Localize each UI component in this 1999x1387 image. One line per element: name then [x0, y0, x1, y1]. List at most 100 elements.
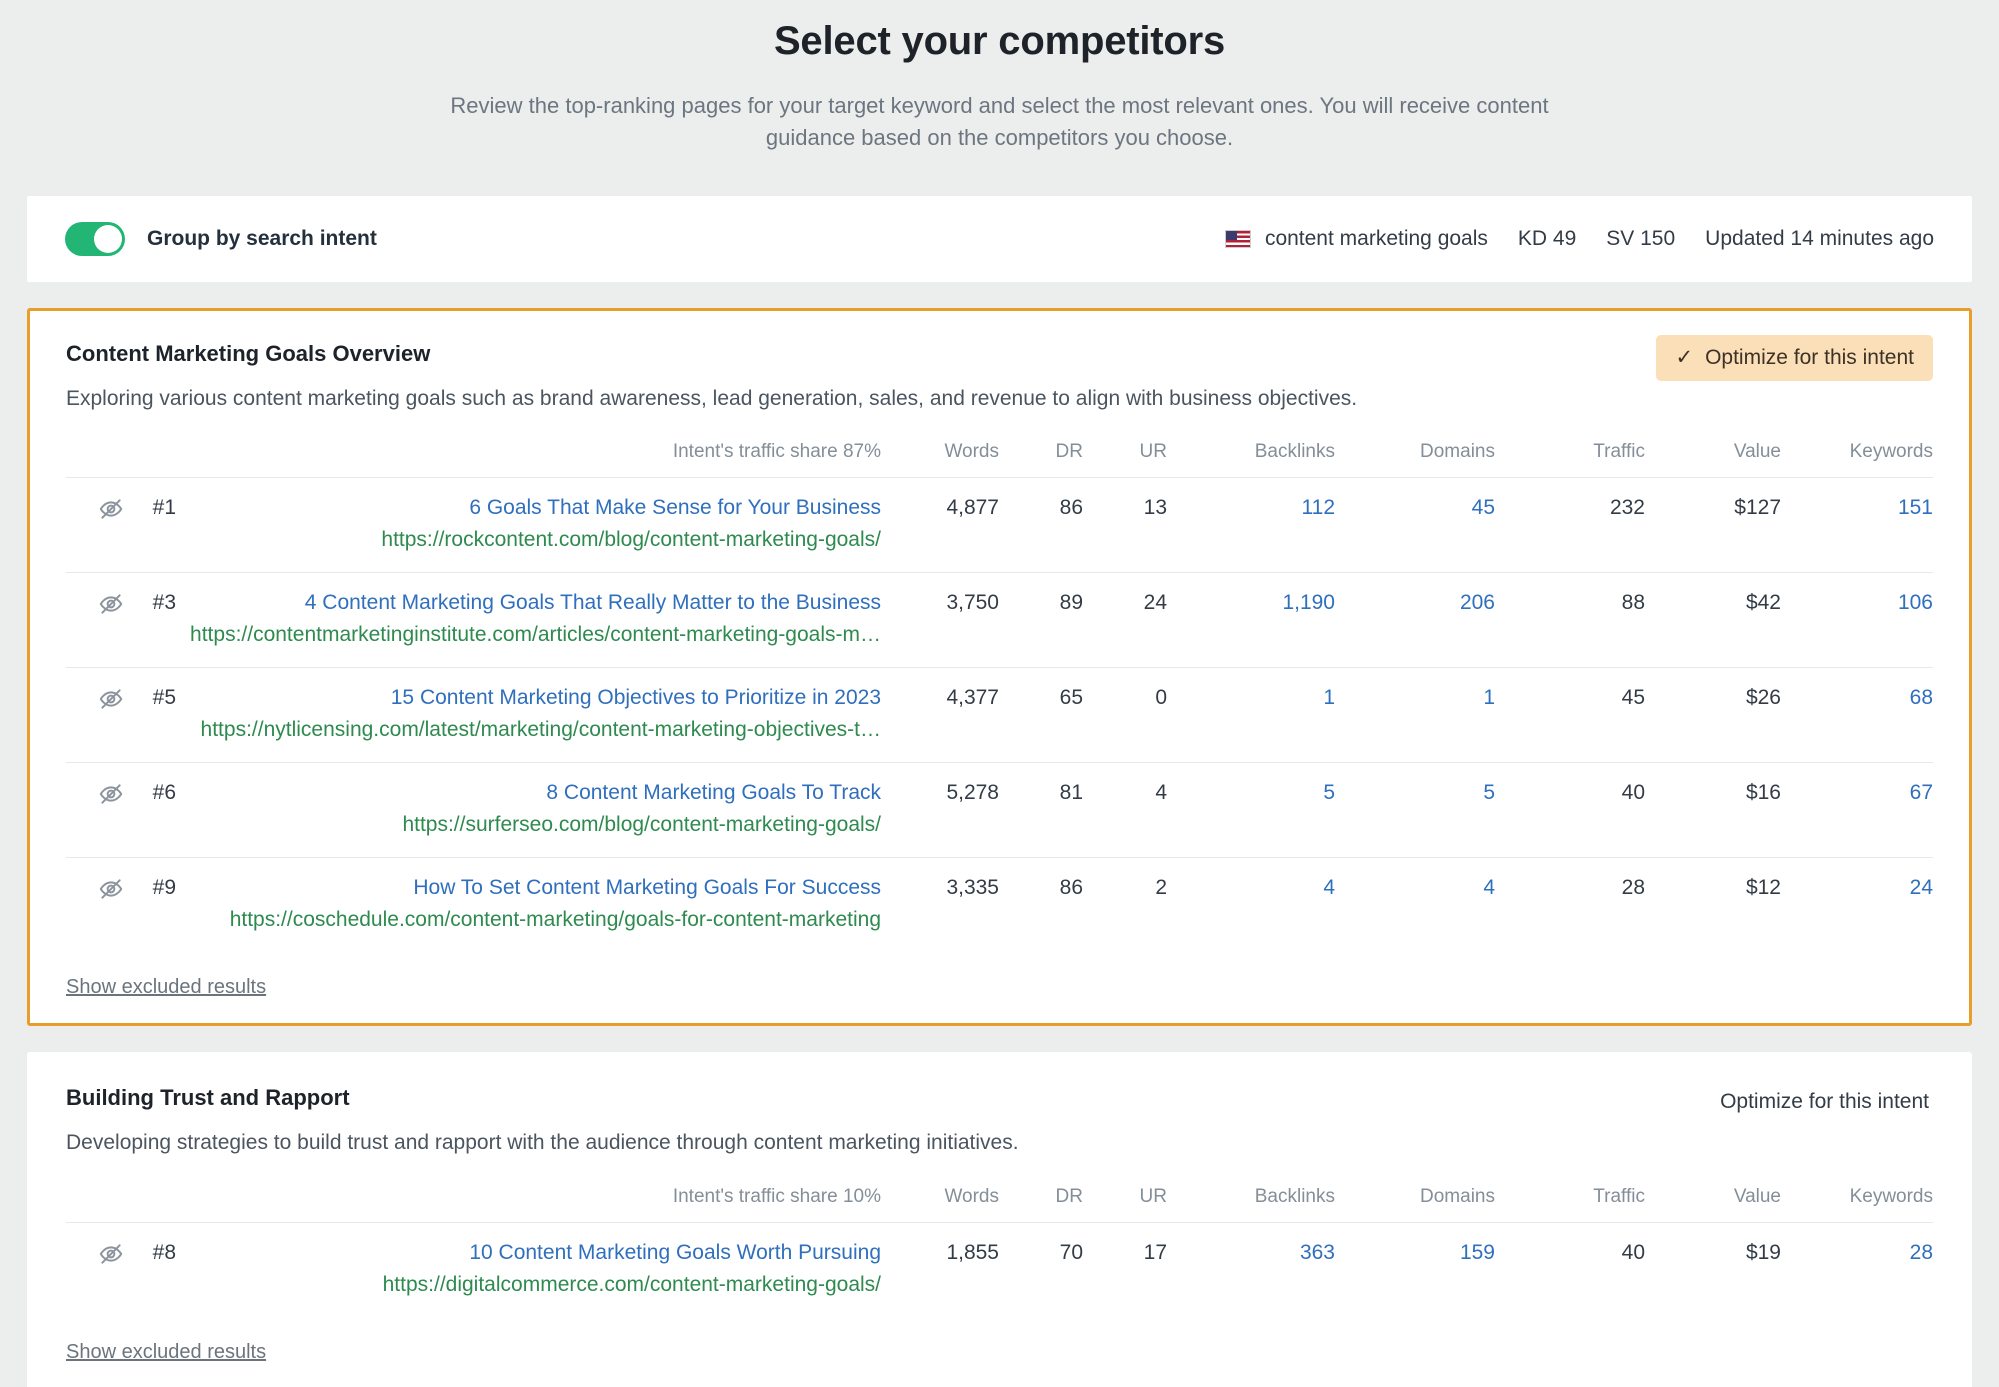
result-url-link[interactable]: https://coschedule.com/content-marketing…: [176, 908, 881, 932]
keywords-link[interactable]: 151: [1898, 496, 1933, 519]
traffic-cell: 40: [1495, 1221, 1645, 1317]
value-cell: $26: [1645, 667, 1781, 763]
keywords-link[interactable]: 28: [1910, 1241, 1933, 1264]
eye-off-icon[interactable]: [98, 876, 124, 902]
intent-card-content-marketing-goals-overview[interactable]: Content Marketing Goals Overview Explori…: [27, 307, 1972, 1027]
value-cell: $42: [1645, 572, 1781, 668]
results-table-header-row: Intent's traffic share 87% Words DR UR B…: [66, 441, 1933, 478]
result-url-link[interactable]: https://surferseo.com/blog/content-marke…: [176, 813, 881, 837]
us-flag-icon: [1224, 229, 1251, 248]
traffic-cell: 45: [1495, 667, 1645, 763]
exclude-result-cell[interactable]: [66, 857, 124, 953]
exclude-result-cell[interactable]: [66, 477, 124, 573]
domains-link[interactable]: 159: [1460, 1241, 1495, 1264]
eye-off-icon[interactable]: [98, 686, 124, 712]
column-header-keywords: Keywords: [1849, 1185, 1933, 1207]
page-cell: How To Set Content Marketing Goals For S…: [176, 857, 881, 953]
domains-cell: 159: [1335, 1221, 1495, 1317]
domains-link[interactable]: 4: [1483, 876, 1495, 899]
result-url-link[interactable]: https://nytlicensing.com/latest/marketin…: [176, 718, 881, 742]
backlinks-link[interactable]: 1,190: [1282, 591, 1335, 614]
exclude-result-cell[interactable]: [66, 667, 124, 763]
table-row[interactable]: #8 10 Content Marketing Goals Worth Purs…: [66, 1221, 1933, 1317]
rank-cell: #1: [124, 477, 176, 573]
sv-metric: SV 150: [1606, 226, 1676, 250]
words-cell: 3,335: [881, 857, 999, 953]
backlinks-link[interactable]: 4: [1323, 876, 1335, 899]
result-title-link[interactable]: 4 Content Marketing Goals That Really Ma…: [305, 591, 881, 614]
column-header-domains: Domains: [1420, 441, 1495, 463]
table-row[interactable]: #5 15 Content Marketing Objectives to Pr…: [66, 667, 1933, 763]
backlinks-link[interactable]: 5: [1323, 781, 1335, 804]
keywords-link[interactable]: 24: [1910, 876, 1933, 899]
group-by-search-intent-toggle[interactable]: [65, 221, 125, 256]
value-cell: $19: [1645, 1221, 1781, 1317]
exclude-result-cell[interactable]: [66, 762, 124, 858]
page-cell: 4 Content Marketing Goals That Really Ma…: [176, 572, 881, 668]
intent-card-text: Building Trust and Rapport Developing st…: [66, 1085, 1019, 1157]
eye-off-icon[interactable]: [98, 591, 124, 617]
check-icon: ✓: [1675, 346, 1694, 370]
toolbar-right: content marketing goals KD 49 SV 150 Upd…: [1224, 226, 1934, 251]
optimize-button-label: Optimize for this intent: [1720, 1090, 1929, 1114]
result-title-link[interactable]: 8 Content Marketing Goals To Track: [546, 781, 881, 804]
result-url-link[interactable]: https://rockcontent.com/blog/content-mar…: [176, 528, 881, 552]
exclude-result-cell[interactable]: [66, 1221, 124, 1317]
result-title-link[interactable]: How To Set Content Marketing Goals For S…: [413, 876, 881, 899]
show-excluded-results-link[interactable]: Show excluded results: [66, 976, 266, 999]
page-title: Select your competitors: [773, 19, 1226, 63]
ur-cell: 17: [1083, 1221, 1167, 1317]
optimize-for-this-intent-button[interactable]: ✓ Optimize for this intent: [1716, 1079, 1933, 1125]
intent-description: Exploring various content marketing goal…: [66, 386, 1358, 410]
column-header-keywords: Keywords: [1849, 441, 1933, 463]
ur-cell: 4: [1083, 762, 1167, 858]
result-url-link[interactable]: https://contentmarketinginstitute.com/ar…: [176, 623, 881, 647]
show-excluded-results-link[interactable]: Show excluded results: [66, 1341, 266, 1364]
table-row[interactable]: #6 8 Content Marketing Goals To Track ht…: [66, 762, 1933, 858]
page-subtitle: Review the top-ranking pages for your ta…: [450, 93, 1549, 150]
result-url-link[interactable]: https://digitalcommerce.com/content-mark…: [176, 1273, 881, 1297]
domains-link[interactable]: 206: [1460, 591, 1495, 614]
keywords-link[interactable]: 68: [1910, 686, 1933, 709]
domains-link[interactable]: 1: [1483, 686, 1495, 709]
keyword-chip: content marketing goals: [1224, 227, 1488, 251]
eye-off-icon[interactable]: [98, 496, 124, 522]
page-cell: 10 Content Marketing Goals Worth Pursuin…: [176, 1221, 881, 1317]
domains-cell: 5: [1335, 762, 1495, 858]
domains-link[interactable]: 5: [1483, 781, 1495, 804]
results-table-body: #8 10 Content Marketing Goals Worth Purs…: [66, 1221, 1933, 1317]
traffic-cell: 28: [1495, 857, 1645, 953]
intent-title: Content Marketing Goals Overview: [66, 340, 431, 366]
backlinks-link[interactable]: 112: [1302, 496, 1335, 519]
intent-card-header: Building Trust and Rapport Developing st…: [66, 1085, 1933, 1157]
domains-cell: 1: [1335, 667, 1495, 763]
optimize-for-this-intent-button[interactable]: ✓ Optimize for this intent: [1656, 334, 1933, 381]
dr-cell: 86: [999, 857, 1083, 953]
exclude-result-cell[interactable]: [66, 572, 124, 668]
result-title-link[interactable]: 6 Goals That Make Sense for Your Busines…: [469, 496, 881, 519]
keywords-link[interactable]: 67: [1910, 781, 1933, 804]
domains-link[interactable]: 45: [1472, 496, 1495, 519]
keywords-link[interactable]: 106: [1898, 591, 1933, 614]
table-row[interactable]: #9 How To Set Content Marketing Goals Fo…: [66, 857, 1933, 953]
ur-cell: 0: [1083, 667, 1167, 763]
traffic-cell: 40: [1495, 762, 1645, 858]
results-table: Intent's traffic share 87% Words DR UR B…: [66, 441, 1933, 953]
ur-cell: 24: [1083, 572, 1167, 668]
backlinks-link[interactable]: 1: [1323, 686, 1335, 709]
updated-timestamp: Updated 14 minutes ago: [1705, 226, 1934, 250]
intent-description: Developing strategies to build trust and…: [66, 1131, 1019, 1155]
result-title-link[interactable]: 10 Content Marketing Goals Worth Pursuin…: [469, 1241, 881, 1264]
page-root: Select your competitors Review the top-r…: [0, 0, 1999, 1387]
eye-off-icon[interactable]: [98, 781, 124, 807]
words-cell: 3,750: [881, 572, 999, 668]
column-header-traffic: Traffic: [1593, 1185, 1645, 1207]
result-title-link[interactable]: 15 Content Marketing Objectives to Prior…: [391, 686, 881, 709]
page-cell: 15 Content Marketing Objectives to Prior…: [176, 667, 881, 763]
table-row[interactable]: #1 6 Goals That Make Sense for Your Busi…: [66, 477, 1933, 573]
keywords-cell: 68: [1781, 667, 1933, 763]
table-row[interactable]: #3 4 Content Marketing Goals That Really…: [66, 572, 1933, 668]
eye-off-icon[interactable]: [98, 1241, 124, 1267]
backlinks-link[interactable]: 363: [1300, 1241, 1335, 1264]
intent-card-building-trust-and-rapport[interactable]: Building Trust and Rapport Developing st…: [27, 1052, 1972, 1387]
